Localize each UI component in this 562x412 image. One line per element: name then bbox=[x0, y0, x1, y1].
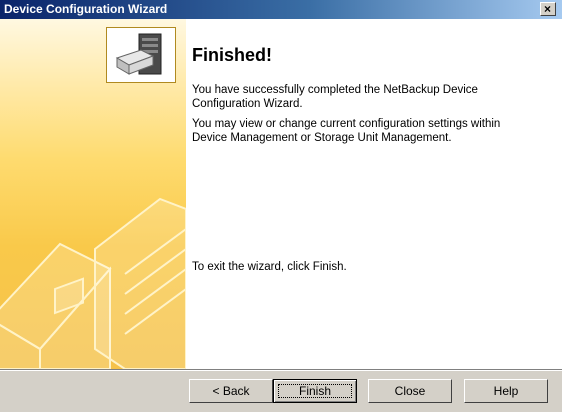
server-icon bbox=[115, 33, 162, 75]
page-title: Finished! bbox=[192, 45, 272, 65]
title-close-button[interactable]: × bbox=[540, 2, 556, 16]
close-button[interactable]: Close bbox=[368, 379, 452, 403]
server-icon-box bbox=[106, 27, 176, 83]
finish-button[interactable]: Finish bbox=[273, 379, 357, 403]
exit-instruction: To exit the wizard, click Finish. bbox=[192, 261, 347, 273]
configuration-info-message: You may view or change current configura… bbox=[192, 118, 501, 144]
window-title: Device Configuration Wizard bbox=[4, 2, 168, 16]
completion-message: You have successfully completed the NetB… bbox=[192, 84, 478, 110]
help-button[interactable]: Help bbox=[464, 379, 548, 403]
wizard-window: Device Configuration Wizard × Finished! … bbox=[0, 0, 562, 412]
button-separator bbox=[0, 369, 562, 371]
title-bar[interactable]: Device Configuration Wizard × bbox=[0, 0, 562, 19]
close-icon: × bbox=[544, 2, 552, 16]
wizard-content: Finished! You have successfully complete… bbox=[186, 19, 562, 369]
back-button[interactable]: < Back bbox=[189, 379, 273, 403]
focus-rectangle bbox=[278, 384, 352, 398]
